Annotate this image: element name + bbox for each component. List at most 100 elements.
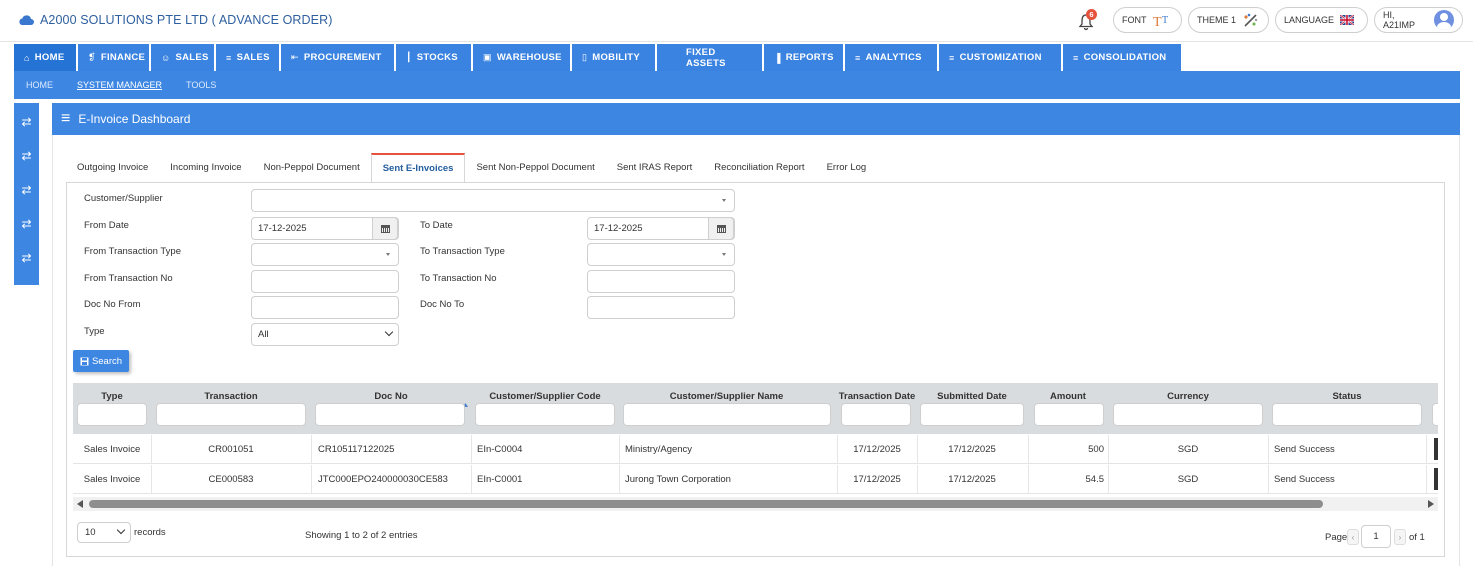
row-action-handle[interactable]	[1434, 438, 1438, 460]
nav-item-mobility[interactable]: ▯ MOBILITY	[572, 44, 655, 71]
nav-item-stocks[interactable]: ┃ STOCKS	[396, 44, 471, 71]
search-button[interactable]: Search	[73, 350, 129, 372]
subnav-home[interactable]: HOME	[26, 80, 53, 90]
next-page-button[interactable]: ›	[1394, 529, 1406, 545]
brand[interactable]: A2000 SOLUTIONS PTE LTD ( ADVANCE ORDER)	[18, 13, 333, 27]
tab-sent-non-peppol-document[interactable]: Sent Non-Peppol Document	[465, 153, 605, 182]
col-header-customer-supplier-code[interactable]: Customer/Supplier Code	[471, 391, 619, 402]
filter-input-submitted-date[interactable]	[920, 403, 1024, 426]
nav-item-customization[interactable]: ≡ CUSTOMIZATION	[939, 44, 1061, 71]
row-action-handle[interactable]	[1434, 468, 1438, 490]
table-header: Type Transaction Doc No Customer/Supplie…	[73, 383, 1438, 434]
notification-bell[interactable]: 6	[1077, 8, 1099, 32]
filter-input-type[interactable]	[77, 403, 147, 426]
filter-input-extra[interactable]	[1432, 403, 1438, 426]
sub-nav: HOME SYSTEM MANAGER TOOLS	[14, 71, 1460, 99]
column-divider	[471, 465, 472, 494]
col-header-transaction[interactable]: Transaction	[151, 391, 311, 402]
nav-item-analytics[interactable]: ≡ ANALYTICS	[845, 44, 937, 71]
customer-supplier-select[interactable]	[251, 189, 735, 212]
notification-count-badge: 6	[1086, 9, 1097, 20]
col-header-currency[interactable]: Currency	[1108, 391, 1268, 402]
to-transaction-type-select[interactable]	[587, 243, 735, 266]
nav-item-fixed-assets[interactable]: FIXED ASSETS	[657, 44, 762, 71]
calendar-button[interactable]	[372, 217, 398, 240]
col-header-customer-supplier-name[interactable]: Customer/Supplier Name	[619, 391, 834, 402]
tab-reconciliation-report[interactable]: Reconciliation Report	[703, 153, 815, 182]
nav-item-reports[interactable]: ▐ REPORTS	[764, 44, 843, 71]
tab-non-peppol-document[interactable]: Non-Peppol Document	[253, 153, 371, 182]
scroll-right-icon[interactable]	[1428, 500, 1434, 508]
tab-sent-e-invoices[interactable]: Sent E-Invoices	[370, 153, 466, 182]
top-right-controls: 6 FONT TT THEME 1 LANGUAGE HI, A21IMP	[1077, 7, 1463, 33]
nav-item-procurement[interactable]: ⇤ PROCUREMENT	[281, 44, 394, 71]
tab-sent-iras-report[interactable]: Sent IRAS Report	[606, 153, 704, 182]
from-transaction-type-select[interactable]	[251, 243, 399, 266]
doc-no-from-input[interactable]	[251, 296, 399, 319]
filter-input-transaction[interactable]	[156, 403, 306, 426]
tab-error-log[interactable]: Error Log	[816, 153, 878, 182]
showing-entries-text: Showing 1 to 2 of 2 entries	[305, 530, 418, 541]
nav-label: STOCKS	[416, 52, 458, 63]
col-header-transaction-date[interactable]: Transaction Date	[837, 391, 917, 402]
table-row[interactable]: Sales Invoice CR001051 CR105117122025 EI…	[73, 435, 1438, 464]
from-date-input[interactable]: 17-12-2025	[251, 217, 399, 240]
col-header-status[interactable]: Status	[1268, 391, 1426, 402]
page-number-value: 1	[1373, 531, 1379, 542]
type-select[interactable]: All	[251, 323, 399, 346]
page-size-select[interactable]: 10	[77, 522, 131, 543]
swap-icon[interactable]: ⇄	[21, 113, 31, 131]
user-menu[interactable]: HI, A21IMP	[1374, 7, 1463, 33]
to-transaction-no-input[interactable]	[587, 270, 735, 293]
filter-input-doc-no[interactable]	[315, 403, 465, 426]
subnav-tools[interactable]: TOOLS	[186, 80, 216, 90]
swap-icon[interactable]: ⇄	[21, 249, 31, 267]
scrollbar-thumb[interactable]	[89, 500, 1323, 508]
users-icon: ☺	[161, 52, 171, 63]
chevron-down-icon	[384, 327, 394, 337]
filter-input-customer-supplier-code[interactable]	[475, 403, 615, 426]
swap-icon[interactable]: ⇄	[21, 181, 31, 199]
palette-icon	[1244, 13, 1258, 27]
col-header-doc-no[interactable]: Doc No	[311, 391, 471, 402]
theme-button[interactable]: THEME 1	[1188, 7, 1269, 33]
horizontal-scrollbar[interactable]	[73, 497, 1438, 511]
filter-input-amount[interactable]	[1034, 403, 1104, 426]
language-button[interactable]: LANGUAGE	[1275, 7, 1368, 33]
font-button[interactable]: FONT TT	[1113, 7, 1182, 33]
nav-item-consolidation[interactable]: ≡ CONSOLIDATION	[1063, 44, 1181, 71]
filter-input-customer-supplier-name[interactable]	[623, 403, 831, 426]
swap-icon[interactable]: ⇄	[21, 147, 31, 165]
to-transaction-type-label: To Transaction Type	[420, 246, 505, 257]
tab-outgoing-invoice[interactable]: Outgoing Invoice	[66, 153, 159, 182]
col-header-type[interactable]: Type	[73, 391, 151, 402]
filter-input-status[interactable]	[1272, 403, 1422, 426]
col-header-submitted-date[interactable]: Submitted Date	[917, 391, 1027, 402]
nav-item-warehouse[interactable]: ▣ WAREHOUSE	[473, 44, 570, 71]
nav-label: CONSOLIDATION	[1083, 52, 1167, 63]
filter-input-transaction-date[interactable]	[841, 403, 911, 426]
swap-icon[interactable]: ⇄	[21, 215, 31, 233]
doc-no-to-input[interactable]	[587, 296, 735, 319]
subnav-system-manager[interactable]: SYSTEM MANAGER	[77, 80, 162, 90]
prev-page-button[interactable]: ‹	[1347, 529, 1359, 545]
nav-item-home[interactable]: ⌂ HOME	[14, 44, 76, 71]
calendar-button[interactable]	[708, 217, 734, 240]
menu-icon[interactable]: ≡	[61, 110, 70, 128]
nav-item-sales[interactable]: ☺ SALES	[151, 44, 214, 71]
page-number-input[interactable]: 1	[1361, 525, 1391, 548]
column-divider	[619, 435, 620, 464]
nav-item-finance[interactable]: ❡ FINANCE	[78, 44, 149, 71]
table-row[interactable]: Sales Invoice CE000583 JTC000EPO24000003…	[73, 465, 1438, 494]
from-transaction-no-input[interactable]	[251, 270, 399, 293]
to-date-input[interactable]: 17-12-2025	[587, 217, 735, 240]
tab-incoming-invoice[interactable]: Incoming Invoice	[159, 153, 252, 182]
nav-item-sales-2[interactable]: ≡ SALES	[216, 44, 279, 71]
cell-currency: SGD	[1177, 474, 1199, 485]
cell-status: Send Success	[1274, 474, 1335, 485]
filter-input-currency[interactable]	[1113, 403, 1263, 426]
nav-label: WAREHOUSE	[496, 52, 562, 63]
bar-chart-icon: ┃	[406, 52, 412, 62]
col-header-amount[interactable]: Amount	[1028, 391, 1108, 402]
scroll-left-icon[interactable]	[77, 500, 83, 508]
